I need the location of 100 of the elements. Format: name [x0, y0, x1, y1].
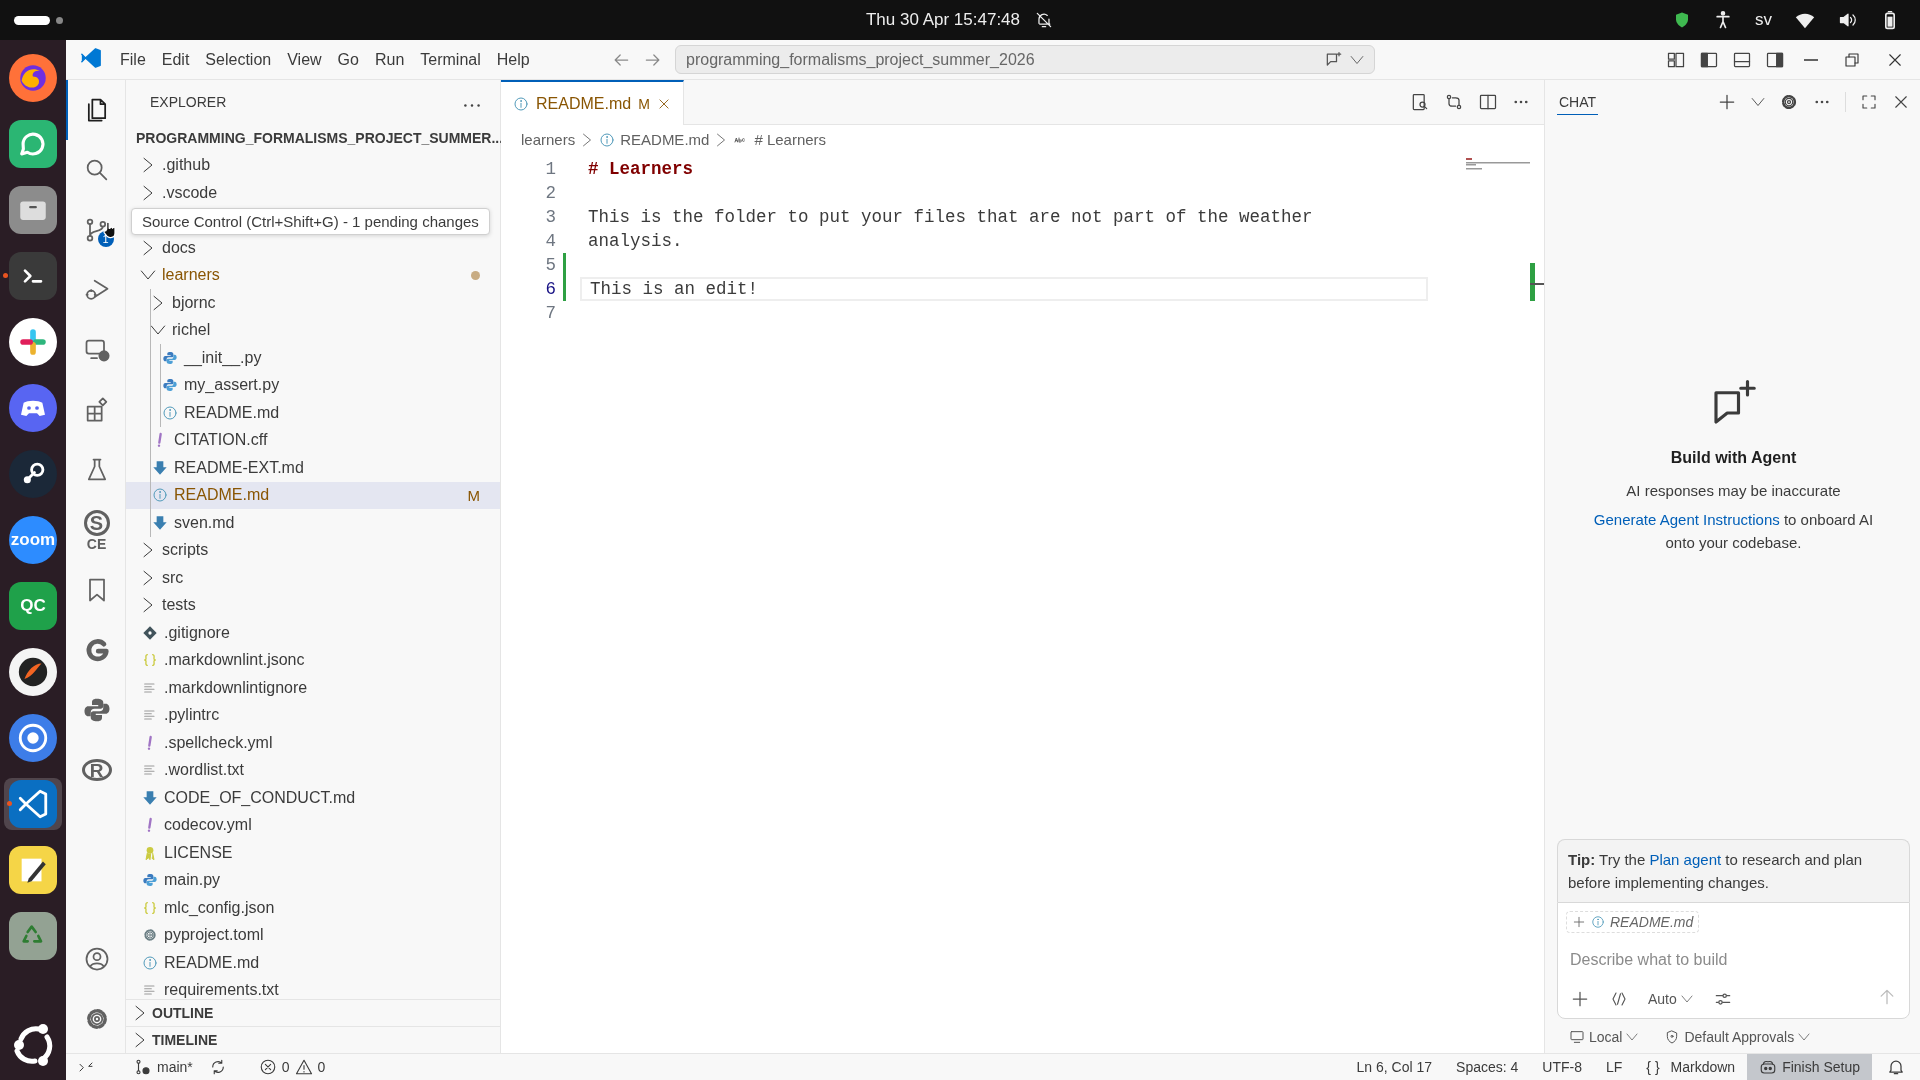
finish-setup-button[interactable]: Finish Setup	[1747, 1054, 1872, 1080]
dock-app[interactable]	[9, 846, 57, 894]
section-header[interactable]: TIMELINE	[126, 1026, 500, 1053]
dock-app[interactable]	[9, 318, 57, 366]
file-row[interactable]: README.md	[126, 399, 500, 427]
file-row[interactable]: README.md M	[126, 481, 500, 509]
folder-row[interactable]: docs	[126, 234, 500, 262]
menu-item[interactable]: Go	[329, 46, 367, 73]
dock-app[interactable]	[9, 120, 57, 168]
file-row[interactable]: mlc_config.json	[126, 894, 500, 922]
split-editor-icon[interactable]	[1478, 92, 1498, 112]
folder-row[interactable]: .github	[126, 151, 500, 179]
folder-row[interactable]: src	[126, 564, 500, 592]
file-row[interactable]: requirements.txt	[126, 976, 500, 999]
dock-app[interactable]	[9, 252, 57, 300]
activity-bar-item[interactable]: S CE	[65, 500, 126, 560]
status-item[interactable]: UTF-8	[1530, 1054, 1594, 1080]
line-number: 6	[544, 279, 557, 299]
file-row[interactable]: pyproject.toml	[126, 921, 500, 949]
dock-app[interactable]	[9, 714, 57, 762]
workspace-indicator[interactable]	[14, 15, 50, 25]
menu-item[interactable]: Terminal	[412, 46, 489, 73]
menu-item[interactable]: Selection	[197, 46, 280, 73]
file-row[interactable]: codecov.yml	[126, 811, 500, 839]
minimap[interactable]	[1466, 158, 1532, 170]
plus-icon[interactable]	[1717, 92, 1737, 112]
breadcrumb[interactable]: # Learners	[733, 131, 827, 148]
dock-app[interactable]	[9, 54, 57, 102]
file-row[interactable]: README-EXT.md	[126, 454, 500, 482]
file-row[interactable]: __init__.py	[126, 344, 500, 372]
breadcrumb[interactable]: README.md	[599, 131, 710, 148]
tip-text: Tip: Try the Plan agent to research and plan before implementing changes.	[1557, 839, 1910, 902]
mode-dropdown[interactable]: Auto	[1648, 990, 1693, 1007]
dock-app[interactable]	[9, 450, 57, 498]
code-editor-icon	[80, 46, 102, 69]
chat-input[interactable]: Describe what to build	[1566, 943, 1901, 977]
chevron-down-icon[interactable]	[1751, 95, 1765, 109]
chat-tab[interactable]: CHAT	[1557, 89, 1599, 115]
file-row[interactable]: .wordlist.txt	[126, 756, 500, 784]
project-header[interactable]: PROGRAMMING_FORMALISMS_PROJECT_SUMMER...	[126, 124, 500, 152]
folder-row[interactable]: bjornc	[126, 289, 500, 317]
file-row[interactable]: main.py	[126, 866, 500, 894]
error-icon	[258, 1058, 277, 1076]
close-icon[interactable]	[1892, 93, 1910, 111]
menu-item[interactable]: File	[112, 46, 154, 73]
workspace-dot[interactable]	[56, 16, 63, 24]
close-icon[interactable]	[656, 96, 671, 111]
section-header[interactable]: OUTLINE	[126, 999, 500, 1026]
problems-button[interactable]: 0 0	[250, 1054, 334, 1080]
dock-app[interactable]	[9, 912, 57, 960]
tooltip: Source Control (Ctrl+Shift+G) - 1 pending changes	[131, 208, 490, 235]
folder-row[interactable]: tests	[126, 591, 500, 619]
folder-row[interactable]: .vscode	[126, 179, 500, 207]
menu-item[interactable]: Help	[488, 46, 538, 73]
file-row[interactable]: .pylintrc	[126, 701, 500, 729]
editor-tab[interactable]: README.md M	[501, 80, 684, 125]
chat-option-dropdown[interactable]: Local	[1569, 1029, 1639, 1045]
keyboard-layout[interactable]: sv	[1755, 10, 1772, 30]
folder-row[interactable]: richel	[126, 316, 500, 344]
branch-button[interactable]: main*	[126, 1054, 201, 1080]
file-row[interactable]: .gitignore	[126, 619, 500, 647]
chat-option-dropdown[interactable]: Default Approvals	[1664, 1029, 1811, 1045]
compare-icon[interactable]	[1444, 92, 1464, 112]
menu-item[interactable]: Run	[366, 46, 413, 73]
dock-app[interactable]	[9, 780, 57, 828]
command-center[interactable]: programming_formalisms_project_summer_2026	[675, 45, 1375, 74]
menu-item[interactable]: View	[279, 46, 330, 73]
settings-icon[interactable]	[1779, 92, 1799, 112]
menu-item[interactable]: Edit	[153, 46, 198, 73]
status-item[interactable]: LF	[1594, 1054, 1635, 1080]
clock[interactable]: Thu 30 Apr 15:47:48	[865, 10, 1021, 30]
file-row[interactable]: .spellcheck.yml	[126, 729, 500, 757]
dock-app[interactable]	[9, 648, 57, 696]
activity-bar-item[interactable]: R	[65, 740, 126, 800]
generate-instructions-link[interactable]: Generate Agent Instructions	[1593, 511, 1780, 528]
line-number: 7	[544, 303, 557, 323]
dock-app[interactable]	[9, 384, 57, 432]
file-row[interactable]: CODE_OF_CONDUCT.md	[126, 784, 500, 812]
folder-row[interactable]: scripts	[126, 536, 500, 564]
more-icon	[464, 103, 480, 107]
plan-agent-link[interactable]: Plan agent	[1649, 851, 1722, 868]
breadcrumb[interactable]: learners	[521, 131, 576, 148]
folder-row[interactable]: learners	[126, 261, 500, 289]
chat-input-box[interactable]: README.md Describe what to build Auto	[1557, 902, 1910, 1019]
dock-app[interactable]	[9, 186, 57, 234]
context-chip[interactable]: README.md	[1566, 911, 1700, 933]
status-item[interactable]: Ln 6, Col 17	[1344, 1054, 1445, 1080]
preview-icon[interactable]	[1410, 92, 1430, 112]
status-item[interactable]: Spaces: 4	[1444, 1054, 1531, 1080]
file-row[interactable]: LICENSE	[126, 839, 500, 867]
file-row[interactable]: CITATION.cff	[126, 426, 500, 454]
file-row[interactable]: .markdownlintignore	[126, 674, 500, 702]
maximize-icon[interactable]	[1860, 93, 1878, 111]
file-row[interactable]: README.md	[126, 949, 500, 977]
file-row[interactable]: .markdownlint.jsonc	[126, 646, 500, 674]
file-row[interactable]: my_assert.py	[126, 371, 500, 399]
file-row[interactable]: sven.md	[126, 509, 500, 537]
disclaimer-text: AI responses may be inaccurate	[1626, 481, 1841, 501]
status-item[interactable]: { } Markdown	[1634, 1054, 1748, 1080]
warning-icon	[294, 1058, 313, 1076]
